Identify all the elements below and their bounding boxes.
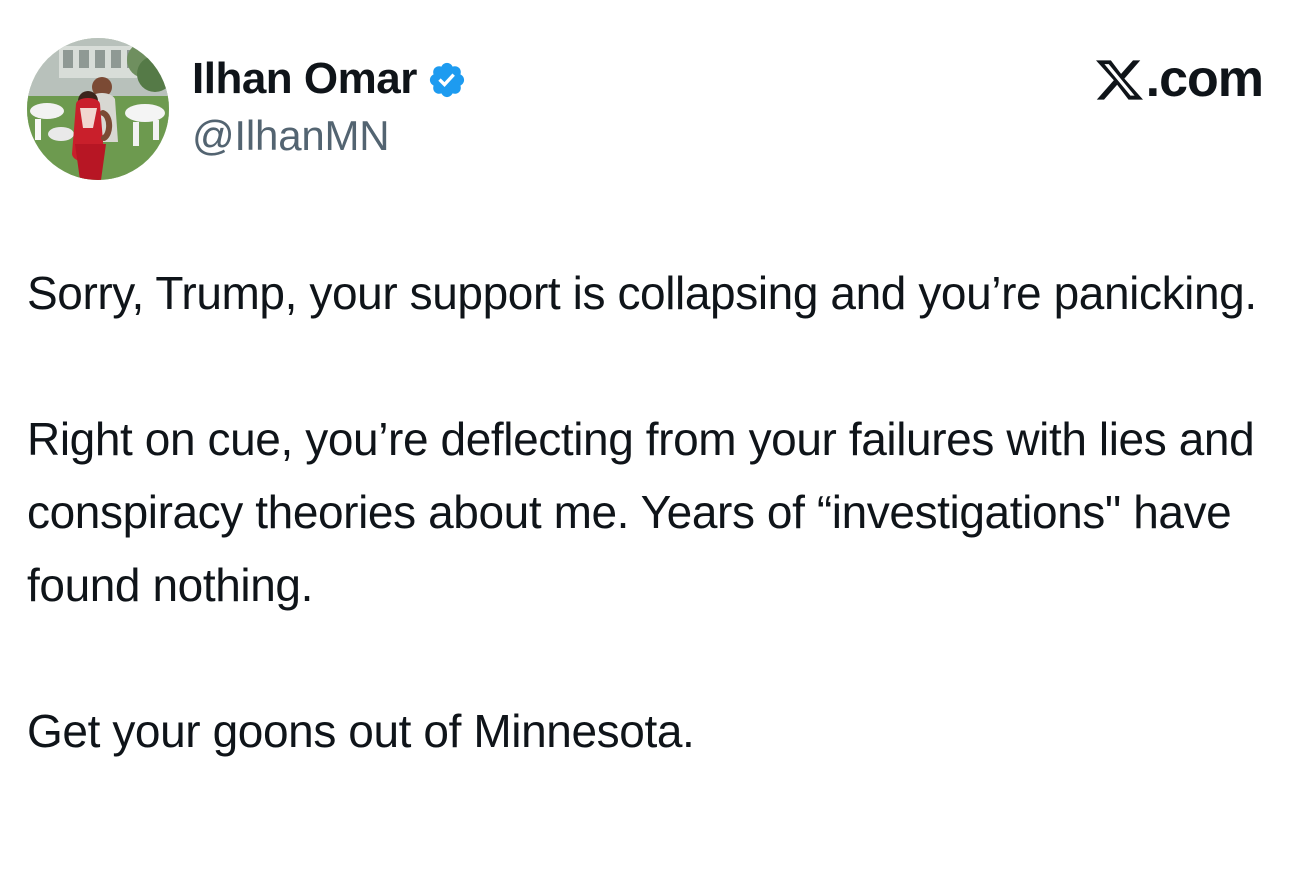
author-avatar[interactable] — [27, 38, 169, 180]
post-text: Sorry, Trump, your support is collapsing… — [27, 257, 1263, 768]
post-paragraph-1: Sorry, Trump, your support is collapsing… — [27, 267, 1257, 319]
site-domain-suffix: .com — [1145, 50, 1264, 108]
author-identity: Ilhan Omar @IlhanMN — [192, 52, 467, 163]
post-card: Ilhan Omar @IlhanMN .com Sorry, Trump, y… — [0, 0, 1290, 879]
author-name-row: Ilhan Omar — [192, 52, 467, 106]
post-paragraph-2: Right on cue, you’re deflecting from you… — [27, 413, 1255, 611]
x-site-logo: .com — [1095, 50, 1264, 108]
post-header: Ilhan Omar @IlhanMN .com — [27, 38, 1264, 180]
avatar-photo — [27, 38, 169, 180]
author-handle[interactable]: @IlhanMN — [192, 109, 467, 163]
post-paragraph-3: Get your goons out of Minnesota. — [27, 705, 695, 757]
x-logo-icon — [1095, 59, 1143, 100]
verified-badge-icon[interactable] — [427, 60, 467, 100]
author-display-name[interactable]: Ilhan Omar — [192, 52, 417, 106]
